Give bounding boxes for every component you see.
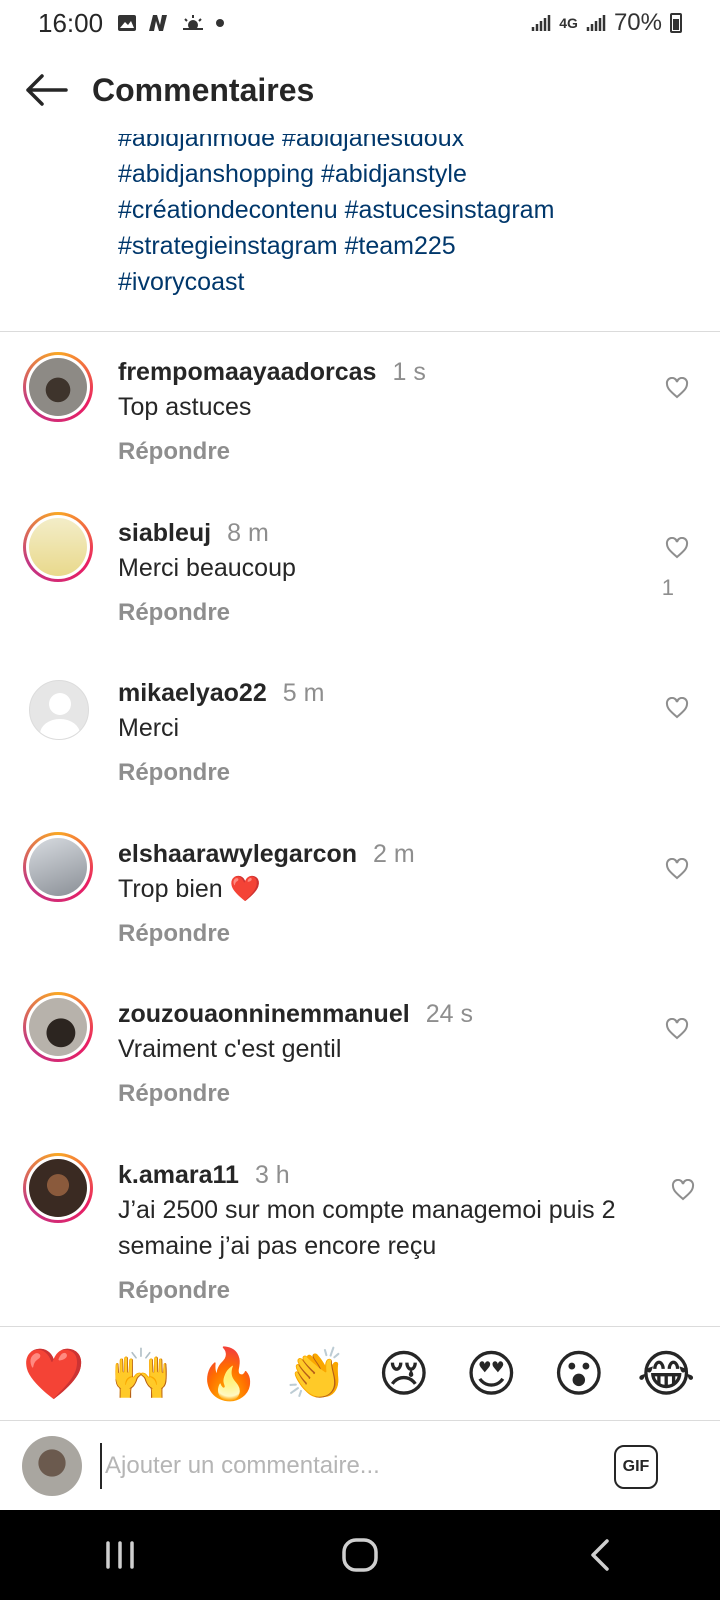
reply-button[interactable]: Répondre [118, 920, 230, 948]
like-button[interactable] [664, 1016, 690, 1042]
dot-icon [216, 19, 225, 27]
status-right: 4G 70% [531, 9, 682, 37]
avatar-photo [29, 838, 87, 896]
avatar[interactable] [23, 352, 93, 422]
reply-button[interactable]: Répondre [118, 1277, 230, 1305]
gif-button[interactable]: GIF [614, 1445, 658, 1489]
avatar[interactable] [23, 832, 93, 902]
status-time: 16:00 [38, 7, 104, 38]
home-icon [342, 1538, 378, 1572]
heart-outline-icon [671, 1179, 695, 1201]
page-title: Commentaires [92, 71, 315, 108]
system-nav-bar [0, 1510, 720, 1600]
avatar-photo [29, 998, 87, 1056]
comment-text: J’ai 2500 sur mon compte managemoi puis … [118, 1196, 616, 1260]
network-type: 4G [559, 15, 578, 31]
caption-divider [0, 331, 720, 332]
comment-composer: GIF [0, 1420, 720, 1510]
status-bar: 16:00 4G 70% [0, 0, 720, 46]
heart-outline-icon [665, 377, 689, 399]
comment-username[interactable]: siableuj [118, 519, 211, 547]
post-caption: #abidjanmode #abidjanestdoux #abidjansho… [118, 120, 698, 300]
hashtag-line[interactable]: #créationdecontenu #astucesinstagram [118, 192, 698, 228]
heart-outline-icon [665, 537, 689, 559]
reply-button[interactable]: Répondre [118, 759, 230, 787]
heart-outline-icon [665, 858, 689, 880]
comment-time: 2 m [373, 840, 415, 868]
weather-icon [183, 15, 204, 30]
recent-apps-button[interactable] [80, 1515, 160, 1595]
gallery-icon [118, 15, 137, 31]
comment-time: 5 m [282, 679, 325, 707]
comment-text: Vraiment c'est gentil [118, 1035, 342, 1063]
emoji-crying-button[interactable]: 😢 [368, 1345, 440, 1403]
comment-time: 1 s [392, 358, 426, 386]
avatar[interactable] [23, 1153, 93, 1223]
comment-username[interactable]: zouzouaonninemmanuel [118, 1000, 410, 1028]
emoji-clapping-button[interactable]: 👏 [280, 1345, 352, 1404]
comment-time: 3 h [254, 1161, 290, 1189]
avatar-photo [29, 518, 87, 576]
emoji-laughing-button[interactable]: 😂 [630, 1345, 702, 1403]
comment-text: Top astuces [118, 393, 252, 421]
like-button[interactable] [664, 856, 690, 882]
signal-icon [532, 15, 551, 31]
comment-username[interactable]: k.amara11 [118, 1161, 239, 1189]
emoji-raising-hands-button[interactable]: 🙌 [105, 1345, 177, 1404]
recent-apps-icon [106, 1541, 134, 1569]
signal-icon-2 [586, 15, 606, 31]
avatar-photo [29, 1159, 87, 1217]
comment-username[interactable]: frempomaayaadorcas [118, 358, 376, 386]
emoji-fire-button[interactable]: 🔥 [193, 1345, 265, 1404]
comment-username[interactable]: elshaarawylegarcon [118, 840, 357, 868]
like-button[interactable] [664, 535, 690, 561]
battery-icon [670, 13, 682, 33]
avatar[interactable] [23, 992, 93, 1062]
like-button[interactable] [664, 375, 690, 401]
comment-time: 8 m [227, 519, 269, 547]
emoji-surprised-button[interactable]: 😮 [543, 1345, 615, 1403]
like-button[interactable] [664, 695, 690, 721]
comment-text: Trop bien ❤️ [118, 875, 261, 903]
hashtag-line[interactable]: #strategieinstagram #team225 [118, 228, 698, 264]
hashtag-line[interactable]: #abidjanshopping #abidjanstyle [118, 156, 698, 192]
reply-button[interactable]: Répondre [118, 438, 230, 466]
comment-input[interactable] [100, 1443, 580, 1489]
reply-button[interactable]: Répondre [118, 599, 230, 627]
nav-back-button[interactable] [560, 1515, 640, 1595]
back-button[interactable] [0, 46, 90, 134]
like-count[interactable]: 1 [662, 575, 674, 601]
emoji-heart-button[interactable]: ❤️ [18, 1345, 90, 1404]
news-app-icon [149, 15, 168, 31]
header: Commentaires [0, 46, 720, 134]
emoji-heart-eyes-button[interactable]: 😍 [455, 1345, 527, 1403]
like-button[interactable] [670, 1177, 696, 1203]
comment-username[interactable]: mikaelyao22 [118, 679, 267, 707]
comment-text: Merci [118, 714, 180, 742]
comment-text: Merci beaucoup [118, 554, 296, 582]
hashtag-line[interactable]: #ivorycoast [118, 264, 698, 300]
current-user-avatar [22, 1436, 82, 1496]
avatar-photo [29, 358, 87, 416]
heart-outline-icon [665, 697, 689, 719]
chevron-left-icon [591, 1539, 609, 1571]
heart-outline-icon [665, 1018, 689, 1040]
comment-time: 24 s [425, 1000, 473, 1028]
emoji-reaction-bar: ❤️ 🙌 🔥 👏 😢 😍 😮 😂 [0, 1326, 720, 1421]
reply-button[interactable]: Répondre [118, 1080, 230, 1108]
battery-percent: 70% [613, 9, 662, 36]
avatar-default[interactable] [29, 680, 89, 740]
avatar[interactable] [23, 512, 93, 582]
notification-icons [117, 13, 225, 33]
arrow-left-icon [26, 74, 68, 106]
home-button[interactable] [320, 1515, 400, 1595]
